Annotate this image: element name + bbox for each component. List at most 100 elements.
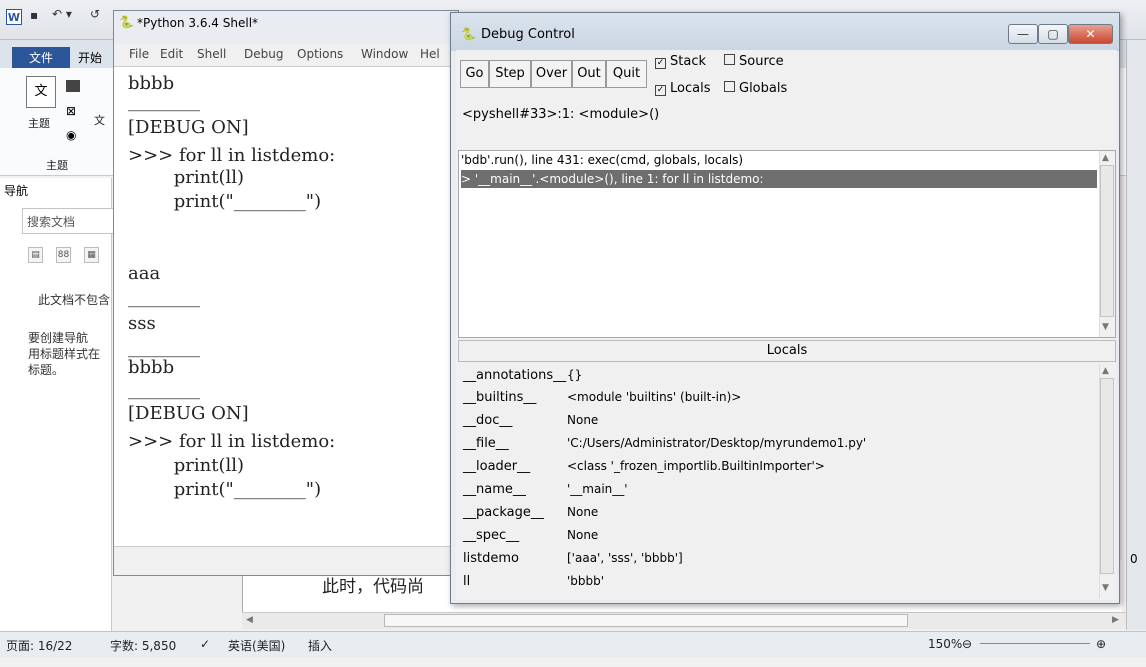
local-name: __builtins__ — [463, 390, 537, 405]
local-name: __package__ — [463, 505, 544, 520]
go-button[interactable]: Go — [460, 60, 489, 88]
shell-line: >>> for ll in listdemo: — [128, 145, 336, 166]
nav-message-1: 此文档不包含 — [38, 293, 111, 307]
over-button[interactable]: Over — [531, 60, 572, 88]
stack-checkbox[interactable]: ✓ Stack — [655, 54, 706, 69]
stack-frame[interactable]: 'bdb'.run(), line 431: exec(cmd, globals… — [461, 151, 1097, 169]
shell-line: >>> for ll in listdemo: — [128, 431, 336, 452]
shell-status-bar — [114, 546, 458, 575]
local-name: __doc__ — [463, 413, 513, 428]
menu-debug[interactable]: Debug — [244, 47, 283, 61]
proofing-icon[interactable]: ✓ — [200, 637, 210, 651]
shell-line: aaa — [128, 263, 161, 284]
scroll-down-icon[interactable]: ▼ — [1102, 583, 1109, 593]
scroll-left-icon[interactable]: ◀ — [246, 615, 253, 625]
source-checkbox[interactable]: Source — [724, 54, 784, 69]
locals-checkbox[interactable]: ✓ Locals — [655, 81, 710, 96]
local-value: 'C:/Users/Administrator/Desktop/myrundem… — [567, 436, 867, 450]
close-button[interactable]: ✕ — [1068, 24, 1113, 44]
zoom-out-icon[interactable]: ⊖ — [962, 637, 972, 651]
local-name: listdemo — [463, 551, 519, 566]
nav-tab-headings[interactable]: ▤ — [28, 247, 43, 263]
locals-list — [458, 362, 1116, 600]
local-value: 'bbbb' — [567, 574, 605, 588]
word-icon[interactable]: W — [6, 9, 22, 25]
fonts-icon[interactable]: ⊠ — [66, 104, 76, 118]
out-button[interactable]: Out — [572, 60, 606, 88]
locals-header: Locals — [458, 340, 1116, 362]
menu-options[interactable]: Options — [297, 47, 343, 61]
shell-line: [DEBUG ON] — [128, 117, 249, 138]
shell-title: *Python 3.6.4 Shell* — [137, 16, 259, 30]
stack-frame-selected[interactable]: > '__main__'.<module>(), line 1: for ll … — [461, 170, 1097, 188]
shell-line: ________ — [128, 337, 200, 358]
status-words[interactable]: 字数: 5,850 — [110, 637, 176, 654]
local-name: ll — [463, 574, 471, 589]
nav-message-4: 标题。 — [28, 363, 65, 377]
globals-checkbox[interactable]: Globals — [724, 81, 787, 96]
ribbon-side-char: 文 — [94, 114, 105, 127]
step-button[interactable]: Step — [489, 60, 531, 88]
python-icon: 🐍 — [119, 15, 134, 29]
nav-tab-results[interactable]: ▦ — [84, 247, 99, 263]
nav-title: 导航 — [4, 184, 29, 198]
source-label: Source — [739, 54, 784, 69]
scroll-up-icon[interactable]: ▲ — [1102, 153, 1109, 163]
maximize-button[interactable]: ▢ — [1038, 24, 1068, 44]
local-value: ['aaa', 'sss', 'bbbb'] — [567, 551, 683, 565]
menu-window[interactable]: Window — [361, 47, 408, 61]
locals-scroll-thumb[interactable] — [1100, 378, 1114, 574]
save-icon[interactable]: ▪ — [30, 8, 38, 22]
status-page[interactable]: 页面: 16/22 — [6, 637, 72, 654]
scroll-up-icon[interactable]: ▲ — [1102, 366, 1109, 376]
menu-file[interactable]: File — [129, 47, 149, 61]
empty-checkbox-icon — [724, 81, 735, 92]
globals-label: Globals — [739, 81, 788, 96]
zoom-slider[interactable] — [980, 643, 1090, 644]
status-language[interactable]: 英语(美国) — [228, 637, 285, 654]
local-value: None — [567, 413, 599, 427]
local-value: <module 'builtins' (built-in)> — [567, 390, 742, 404]
minimize-button[interactable]: — — [1008, 24, 1038, 44]
nav-tab-pages[interactable]: 88 — [56, 247, 71, 263]
right-edge-number: 0 — [1130, 552, 1138, 566]
menu-shell[interactable]: Shell — [197, 47, 226, 61]
tab-file[interactable]: 文件 — [12, 47, 70, 69]
local-value: <class '_frozen_importlib.BuiltinImporte… — [567, 459, 825, 473]
undo-icon[interactable]: ↶ ▾ — [52, 7, 72, 21]
colors-icon[interactable] — [66, 80, 80, 92]
navigation-pane — [0, 178, 112, 631]
shell-line: ________ — [128, 91, 200, 112]
local-value: None — [567, 528, 599, 542]
nav-message-2: 要创建导航 — [28, 331, 89, 345]
shell-line: print("________") — [128, 479, 322, 500]
word-right-scrollbar[interactable] — [1126, 40, 1146, 630]
local-value: '__main__' — [567, 482, 628, 496]
quit-button[interactable]: Quit — [606, 60, 647, 88]
local-name: __annotations__ — [463, 368, 567, 383]
stack-label: Stack — [670, 54, 706, 69]
local-name: __file__ — [463, 436, 509, 451]
local-value: {} — [567, 368, 583, 382]
shell-line: sss — [128, 313, 156, 334]
themes-icon[interactable]: 文 — [26, 76, 56, 108]
theme-label[interactable]: 主题 — [28, 115, 50, 131]
shell-line: print(ll) — [128, 455, 245, 476]
stack-scroll-thumb[interactable] — [1100, 165, 1114, 317]
ribbon-group-label: 主题 — [46, 159, 68, 172]
redo-icon[interactable]: ↺ — [90, 7, 100, 21]
shell-line: ________ — [128, 287, 200, 308]
empty-checkbox-icon — [724, 54, 735, 65]
status-zoom[interactable]: 150% — [928, 637, 962, 651]
shell-line: bbbb — [128, 357, 175, 378]
scroll-right-icon[interactable]: ▶ — [1112, 615, 1119, 625]
menu-edit[interactable]: Edit — [160, 47, 183, 61]
check-icon: ✓ — [655, 58, 666, 69]
nav-search-input[interactable]: 搜索文档 — [22, 208, 114, 234]
scroll-down-icon[interactable]: ▼ — [1102, 322, 1109, 332]
effects-icon[interactable]: ◉ — [66, 128, 76, 142]
status-mode[interactable]: 插入 — [308, 637, 332, 654]
horizontal-scroll-thumb[interactable] — [384, 614, 908, 627]
menu-help[interactable]: Hel — [420, 47, 440, 61]
zoom-in-icon[interactable]: ⊕ — [1096, 637, 1106, 651]
